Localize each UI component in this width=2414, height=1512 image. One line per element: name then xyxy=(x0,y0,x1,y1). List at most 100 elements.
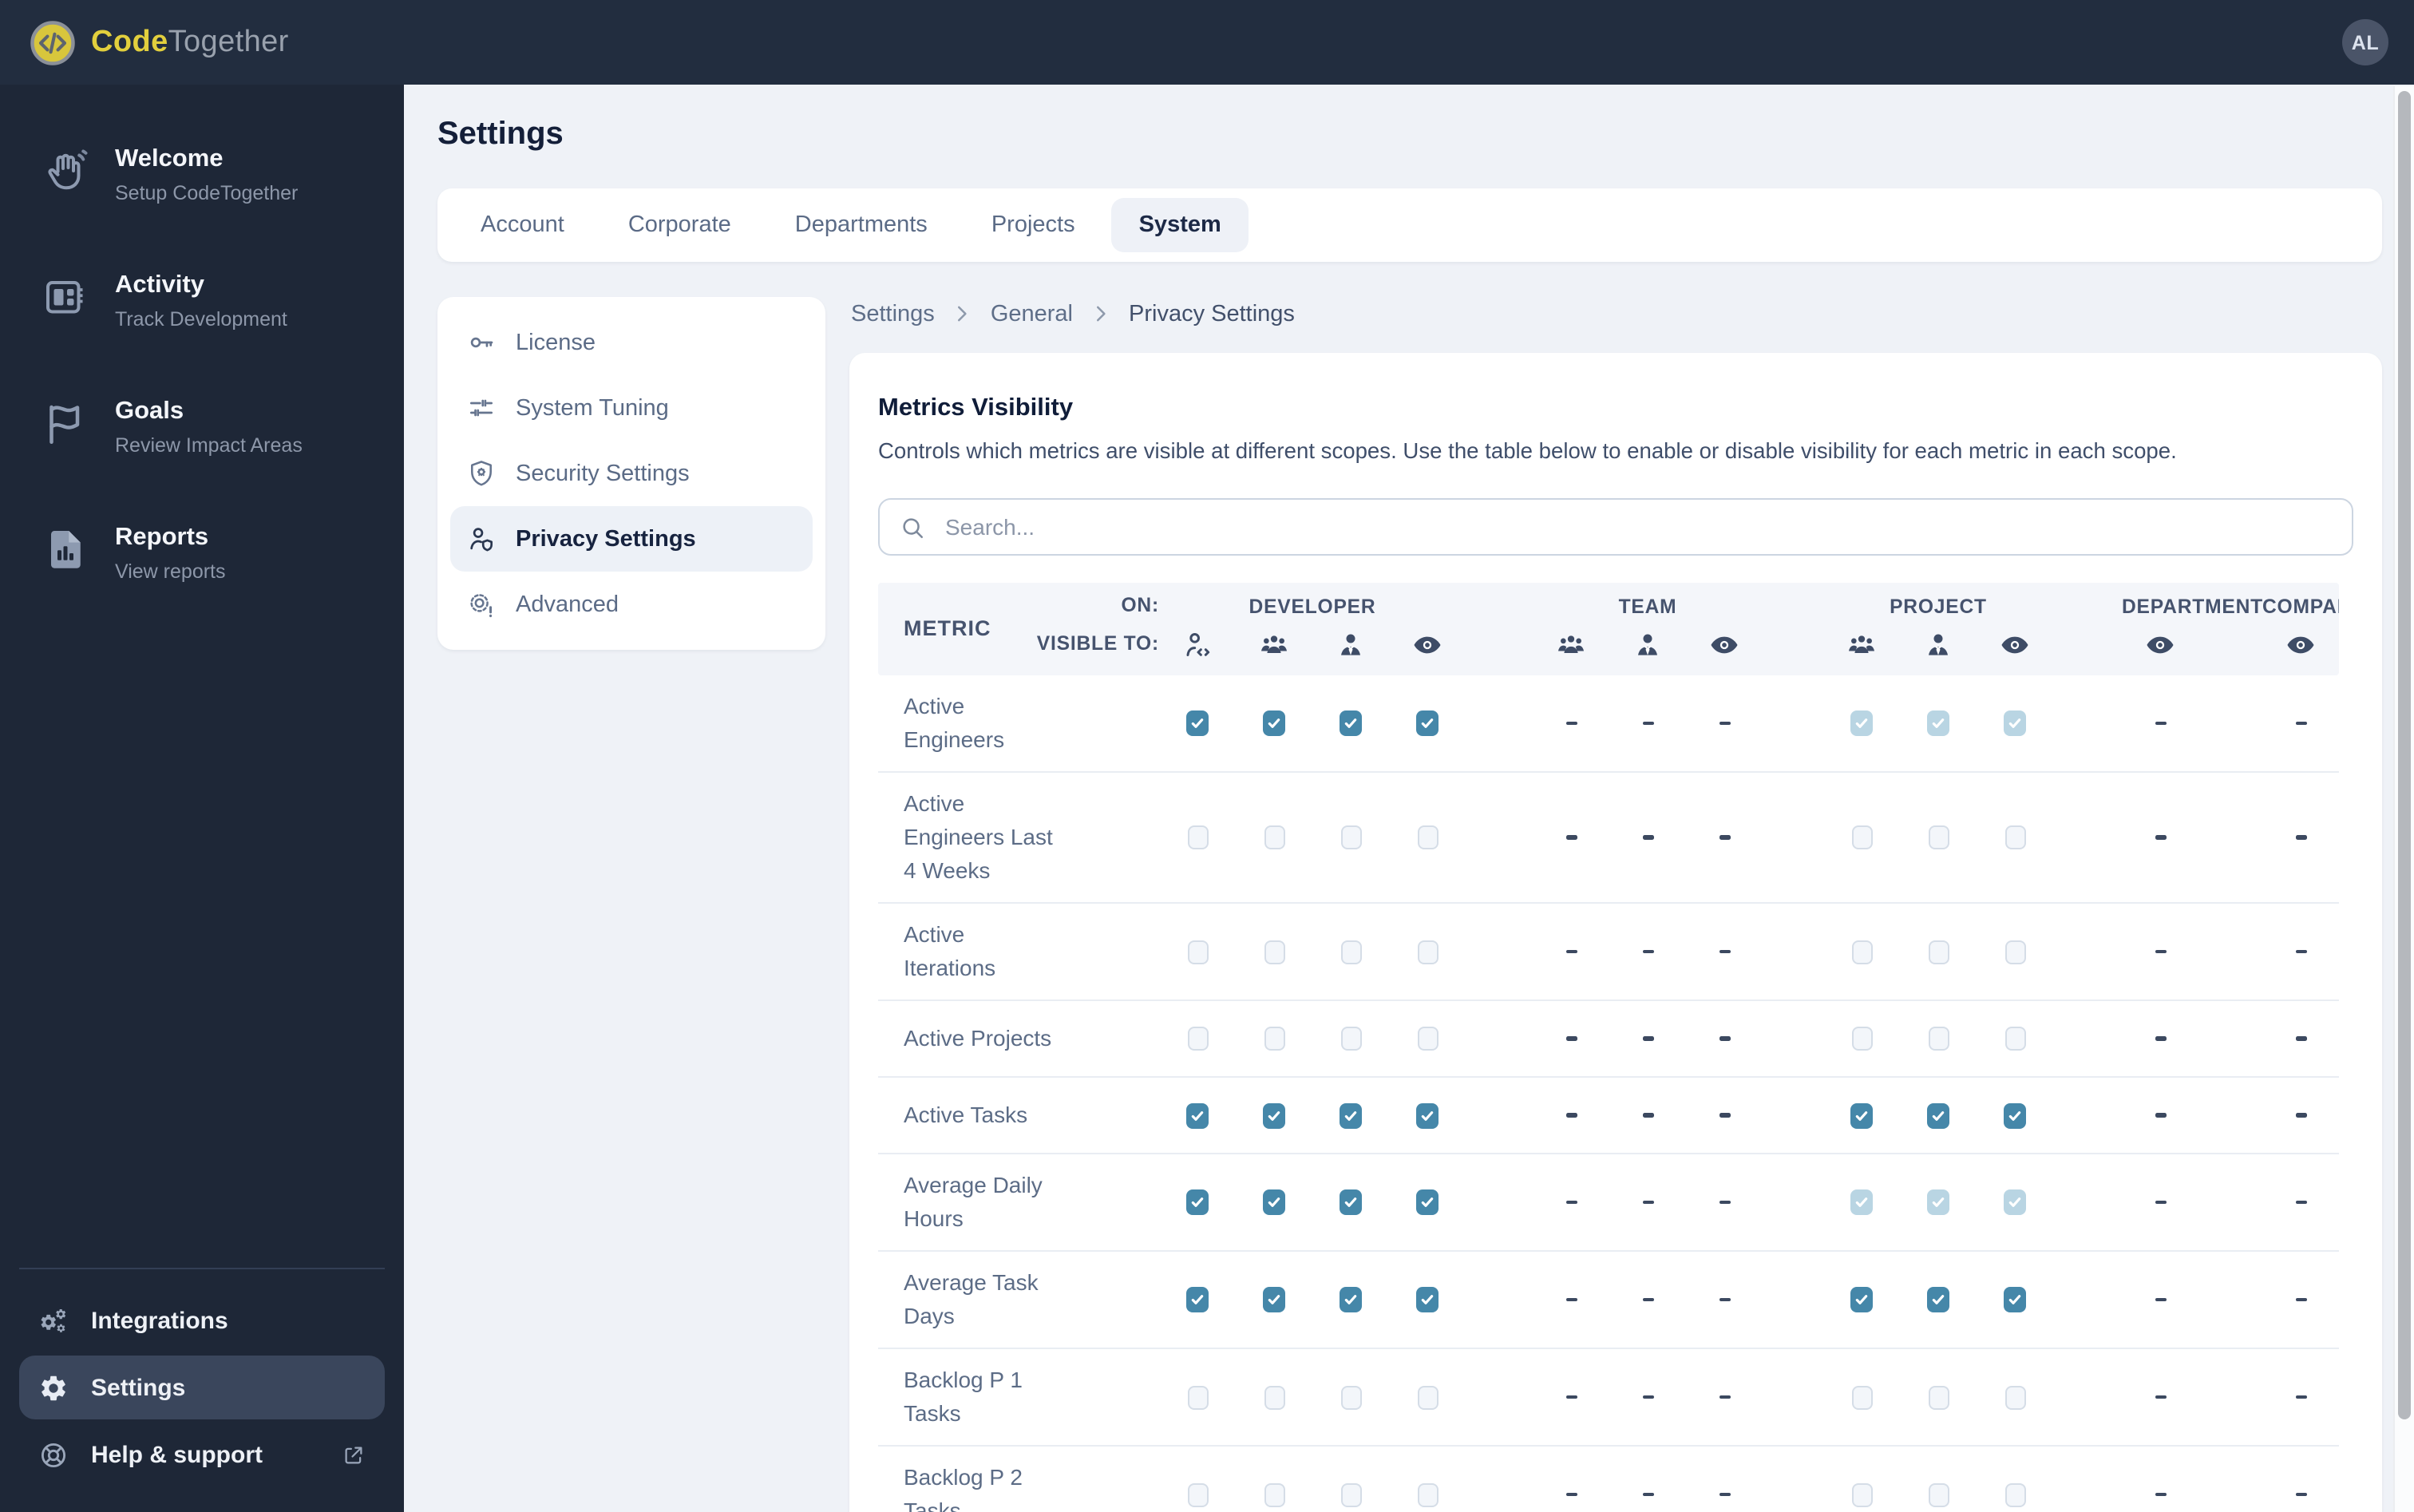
state-cell xyxy=(1823,1027,1900,1051)
sidebar-item-reports[interactable]: Reports View reports xyxy=(19,508,385,599)
visibility-checkbox[interactable] xyxy=(1264,940,1284,964)
not-applicable-dash xyxy=(2295,949,2306,954)
breadcrumb-general[interactable]: General xyxy=(991,301,1073,327)
visibility-checkbox[interactable] xyxy=(2004,1102,2026,1128)
visibility-checkbox[interactable] xyxy=(1187,1482,1208,1506)
visibility-checkbox[interactable] xyxy=(1187,825,1208,849)
visibility-checkbox[interactable] xyxy=(1927,1102,1949,1128)
visibility-checkbox[interactable] xyxy=(1264,1027,1284,1051)
eye-icon xyxy=(1999,629,2031,661)
visibility-checkbox[interactable] xyxy=(1416,1287,1439,1312)
check-icon xyxy=(1189,1194,1205,1210)
scrollbar-thumb[interactable] xyxy=(2398,91,2411,1419)
visibility-checkbox[interactable] xyxy=(1340,1482,1361,1506)
visibility-checkbox[interactable] xyxy=(1187,1027,1208,1051)
visibility-checkbox[interactable] xyxy=(1416,1189,1439,1215)
sidebar-item-goals[interactable]: Goals Review Impact Areas xyxy=(19,382,385,473)
subnav-item-security-settings[interactable]: Security Settings xyxy=(450,441,813,506)
visibility-checkbox[interactable] xyxy=(1417,1027,1438,1051)
visibility-checkbox[interactable] xyxy=(1340,1385,1361,1409)
visibility-checkbox[interactable] xyxy=(1186,710,1209,736)
visibility-checkbox[interactable] xyxy=(1850,1102,1873,1128)
state-cell xyxy=(2122,1036,2198,1041)
visibility-checkbox[interactable] xyxy=(1340,1287,1362,1312)
code-brackets-icon xyxy=(29,18,77,66)
not-applicable-dash xyxy=(1642,835,1653,840)
visibility-checkbox[interactable] xyxy=(1928,1027,1949,1051)
eye-icon xyxy=(1411,629,1443,661)
sidebar-item-activity[interactable]: Activity Track Development xyxy=(19,255,385,346)
tab-projects[interactable]: Projects xyxy=(964,198,1102,252)
visibility-checkbox[interactable] xyxy=(1416,1102,1439,1128)
not-applicable-dash xyxy=(1565,1200,1577,1205)
visibility-checkbox[interactable] xyxy=(1851,1482,1872,1506)
sidebar-item-settings[interactable]: Settings xyxy=(19,1356,385,1419)
tab-system[interactable]: System xyxy=(1111,198,1249,252)
visibility-checkbox[interactable] xyxy=(1417,1482,1438,1506)
state-cell xyxy=(1977,1482,2053,1506)
avatar[interactable]: AL xyxy=(2342,19,2388,65)
tab-departments[interactable]: Departments xyxy=(768,198,955,252)
visibility-checkbox[interactable] xyxy=(2004,1027,2025,1051)
visibility-checkbox[interactable] xyxy=(1851,940,1872,964)
visibility-checkbox[interactable] xyxy=(1851,1027,1872,1051)
brand-logo[interactable]: CodeTogether xyxy=(29,18,289,66)
visible-to-label: VISIBLE TO: xyxy=(1036,632,1159,655)
subnav-item-license[interactable]: License xyxy=(450,310,813,375)
visibility-checkbox[interactable] xyxy=(1263,710,1285,736)
visibility-checkbox[interactable] xyxy=(2004,1385,2025,1409)
visibility-checkbox[interactable] xyxy=(1263,1189,1285,1215)
state-cell xyxy=(1609,1113,1686,1118)
subnav-item-system-tuning[interactable]: System Tuning xyxy=(450,375,813,441)
visibility-checkbox[interactable] xyxy=(1851,1385,1872,1409)
state-cell xyxy=(1312,710,1389,736)
visibility-checkbox[interactable] xyxy=(1264,825,1284,849)
visibility-checkbox[interactable] xyxy=(1928,825,1949,849)
visibility-checkbox[interactable] xyxy=(1340,1027,1361,1051)
visibility-checkbox[interactable] xyxy=(1927,1287,1949,1312)
visibility-checkbox[interactable] xyxy=(1340,1189,1362,1215)
visibility-checkbox[interactable] xyxy=(1417,825,1438,849)
visibility-checkbox[interactable] xyxy=(1264,1385,1284,1409)
visibility-checkbox[interactable] xyxy=(2004,1482,2025,1506)
visibility-checkbox[interactable] xyxy=(1264,1482,1284,1506)
visibility-checkbox[interactable] xyxy=(1416,710,1439,736)
visibility-checkbox xyxy=(2004,1189,2026,1215)
state-cell xyxy=(1900,1385,1977,1409)
visibility-checkbox[interactable] xyxy=(1187,1385,1208,1409)
sidebar-item-integrations[interactable]: Integrations xyxy=(19,1288,385,1352)
visibility-checkbox[interactable] xyxy=(1186,1287,1209,1312)
visibility-checkbox[interactable] xyxy=(1928,940,1949,964)
breadcrumb-settings[interactable]: Settings xyxy=(851,301,935,327)
visibility-checkbox[interactable] xyxy=(2004,1287,2026,1312)
visibility-checkbox[interactable] xyxy=(1263,1287,1285,1312)
visibility-checkbox xyxy=(1850,710,1873,736)
visibility-checkbox[interactable] xyxy=(1187,940,1208,964)
visibility-checkbox[interactable] xyxy=(1340,940,1361,964)
visibility-checkbox[interactable] xyxy=(1186,1189,1209,1215)
tab-account[interactable]: Account xyxy=(453,198,592,252)
sidebar-item-title: Goals xyxy=(115,398,184,425)
visibility-checkbox[interactable] xyxy=(1340,1102,1362,1128)
visibility-checkbox[interactable] xyxy=(1928,1482,1949,1506)
visibility-checkbox[interactable] xyxy=(2004,940,2025,964)
subnav-item-privacy-settings[interactable]: Privacy Settings xyxy=(450,506,813,572)
sidebar-item-welcome[interactable]: Welcome Setup CodeTogether xyxy=(19,129,385,220)
visibility-checkbox[interactable] xyxy=(2004,825,2025,849)
subnav-item-advanced[interactable]: Advanced xyxy=(450,572,813,637)
visibility-checkbox[interactable] xyxy=(1850,1287,1873,1312)
search-input[interactable] xyxy=(942,513,2333,541)
visibility-checkbox[interactable] xyxy=(1417,940,1438,964)
visibility-checkbox[interactable] xyxy=(1851,825,1872,849)
tab-corporate[interactable]: Corporate xyxy=(601,198,758,252)
visibility-checkbox[interactable] xyxy=(1186,1102,1209,1128)
state-cell xyxy=(1823,1482,1900,1506)
sidebar-item-help-support[interactable]: Help & support xyxy=(19,1423,385,1486)
visibility-checkbox[interactable] xyxy=(1417,1385,1438,1409)
visibility-checkbox[interactable] xyxy=(1263,1102,1285,1128)
sliders-icon xyxy=(466,393,497,423)
visibility-checkbox[interactable] xyxy=(1340,710,1362,736)
check-icon xyxy=(2007,1107,2023,1123)
visibility-checkbox[interactable] xyxy=(1928,1385,1949,1409)
visibility-checkbox[interactable] xyxy=(1340,825,1361,849)
